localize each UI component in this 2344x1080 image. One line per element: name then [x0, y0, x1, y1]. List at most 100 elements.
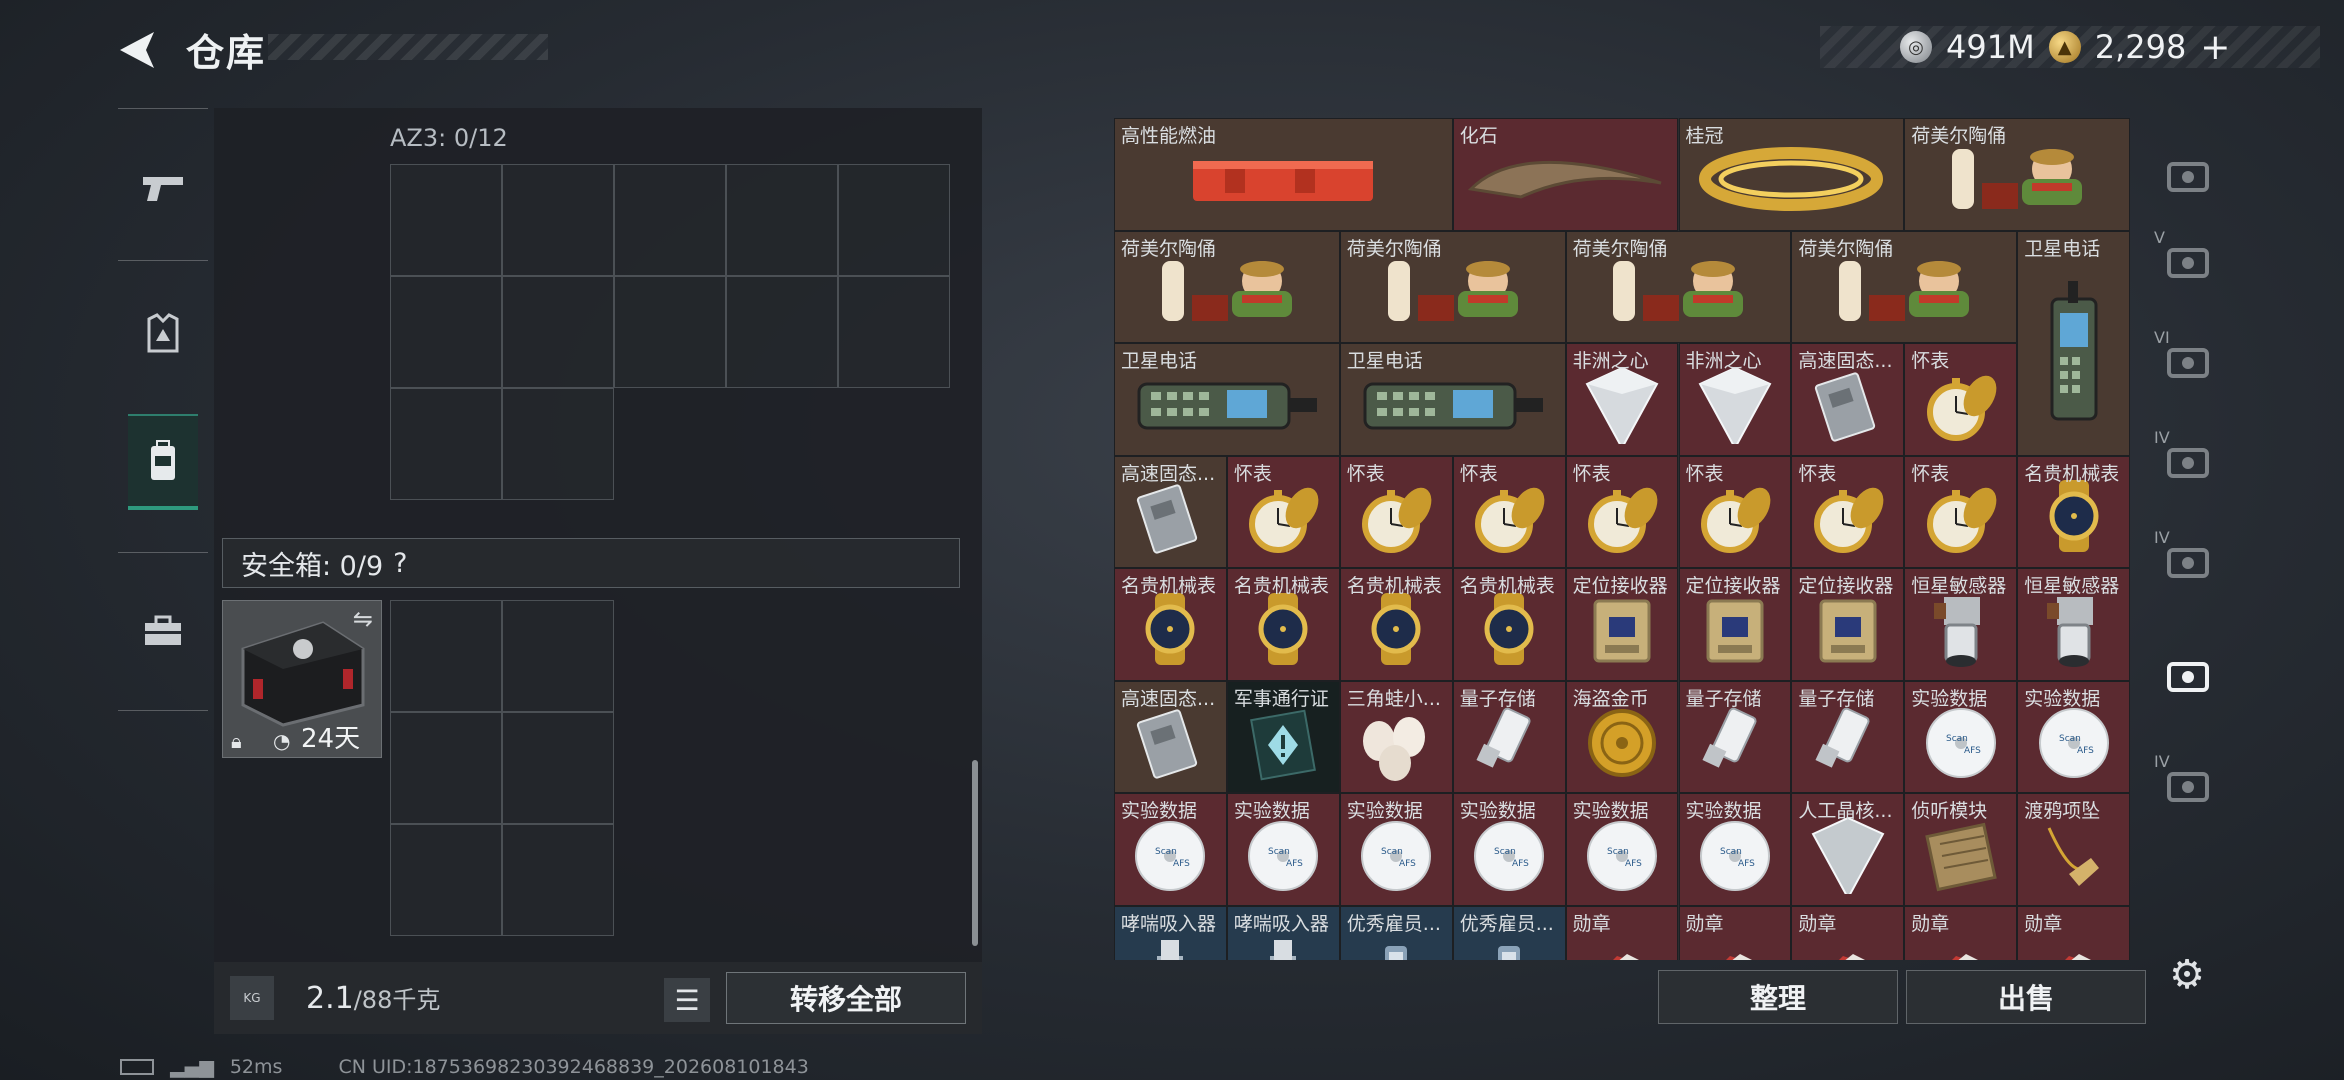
- backpack-tab[interactable]: [128, 414, 198, 510]
- help-button[interactable]: ?: [393, 548, 407, 579]
- empty-slot[interactable]: [390, 600, 502, 712]
- inventory-item[interactable]: Scan AFS 实验数据: [1904, 680, 2018, 793]
- inventory-item[interactable]: 名贵机械表: [1452, 568, 1566, 681]
- inventory-item[interactable]: 名贵机械表: [1339, 568, 1453, 681]
- empty-slot[interactable]: [502, 276, 614, 388]
- empty-slot[interactable]: [726, 164, 838, 276]
- empty-slot[interactable]: [502, 824, 614, 936]
- empty-slot[interactable]: [390, 276, 502, 388]
- inventory-item[interactable]: 人工晶核...: [1791, 793, 1905, 906]
- inventory-item[interactable]: 怀表: [1678, 455, 1792, 568]
- IV-medkit-slot-icon[interactable]: IV: [2154, 528, 2216, 590]
- inventory-item[interactable]: 高速固态...: [1791, 343, 1905, 456]
- inventory-item[interactable]: 高性能燃油: [1114, 118, 1453, 231]
- inventory-item[interactable]: 荷美尔陶俑: [1904, 118, 2130, 231]
- inventory-item[interactable]: 勋章: [1678, 905, 1792, 960]
- inventory-item[interactable]: 非洲之心: [1565, 343, 1679, 456]
- sell-button[interactable]: 出售: [1906, 970, 2146, 1024]
- inventory-item[interactable]: 荷美尔陶俑: [1114, 230, 1340, 343]
- IV-storage-slot-icon[interactable]: IV: [2154, 752, 2216, 814]
- inventory-item[interactable]: 量子存储: [1791, 680, 1905, 793]
- empty-slot[interactable]: [390, 164, 502, 276]
- inventory-item[interactable]: 名贵机械表: [2017, 455, 2130, 568]
- inventory-item[interactable]: Scan AFS 实验数据: [1339, 793, 1453, 906]
- inventory-item[interactable]: 量子存储: [1452, 680, 1566, 793]
- inventory-item[interactable]: 勋章: [1791, 905, 1905, 960]
- inventory-item[interactable]: Scan AFS 实验数据: [1452, 793, 1566, 906]
- inventory-item[interactable]: 哮喘吸入器: [1114, 905, 1227, 960]
- inventory-item[interactable]: 怀表: [1565, 455, 1679, 568]
- inventory-item[interactable]: 名贵机械表: [1114, 568, 1227, 681]
- inventory-item[interactable]: 定位接收器: [1791, 568, 1905, 681]
- empty-slot[interactable]: [614, 276, 726, 388]
- inventory-item[interactable]: 高速固态...: [1114, 680, 1227, 793]
- inventory-item[interactable]: 卫星电话: [1339, 343, 1566, 456]
- inventory-item[interactable]: 怀表: [1452, 455, 1566, 568]
- inventory-item[interactable]: Scan AFS 实验数据: [1678, 793, 1792, 906]
- inventory-item[interactable]: 桂冠: [1678, 118, 1905, 231]
- inventory-item[interactable]: 勋章: [1904, 905, 2018, 960]
- inventory-item[interactable]: Scan AFS 实验数据: [1226, 793, 1340, 906]
- empty-slot[interactable]: [838, 276, 950, 388]
- inventory-item[interactable]: Scan AFS 实验数据: [1565, 793, 1679, 906]
- inventory-item[interactable]: Scan AFS 实验数据: [2017, 680, 2130, 793]
- inventory-item[interactable]: 海盗金币: [1565, 680, 1679, 793]
- empty-slot[interactable]: [390, 824, 502, 936]
- inventory-item[interactable]: Scan AFS 实验数据: [1114, 793, 1227, 906]
- inventory-item[interactable]: 非洲之心: [1678, 343, 1792, 456]
- empty-slot[interactable]: [502, 164, 614, 276]
- transfer-all-button[interactable]: 转移全部: [726, 972, 966, 1024]
- empty-slot[interactable]: [614, 164, 726, 276]
- inventory-item[interactable]: 卫星电话: [2017, 230, 2130, 456]
- inventory-item[interactable]: 恒星敏感器: [2017, 568, 2130, 681]
- left-scrollbar[interactable]: [972, 760, 978, 946]
- inventory-item[interactable]: 化石: [1452, 118, 1679, 231]
- inventory-item[interactable]: 荷美尔陶俑: [1565, 230, 1792, 343]
- empty-slot[interactable]: [838, 164, 950, 276]
- inventory-item[interactable]: 怀表: [1226, 455, 1340, 568]
- add-currency-button[interactable]: +: [2200, 27, 2230, 68]
- empty-slot[interactable]: [502, 712, 614, 824]
- inventory-item[interactable]: 荷美尔陶俑: [1791, 230, 2018, 343]
- inventory-item[interactable]: 定位接收器: [1565, 568, 1679, 681]
- inventory-item[interactable]: 勋章: [2017, 905, 2130, 960]
- ammo-slot-icon[interactable]: [2160, 648, 2216, 704]
- inventory-item[interactable]: 优秀雇员...: [1339, 905, 1453, 960]
- toolbox-tab[interactable]: [128, 586, 198, 676]
- inventory-item[interactable]: 哮喘吸入器: [1226, 905, 1340, 960]
- inventory-item[interactable]: 军事通行证: [1226, 680, 1340, 793]
- inventory-item[interactable]: 侦听模块: [1904, 793, 2018, 906]
- helmet-slot-icon[interactable]: [2160, 148, 2216, 204]
- VI-armor-slot-icon[interactable]: VI: [2154, 328, 2216, 390]
- inventory-item[interactable]: 名贵机械表: [1226, 568, 1340, 681]
- inventory-item[interactable]: 怀表: [1791, 455, 1905, 568]
- inventory-item[interactable]: 卫星电话: [1114, 343, 1340, 456]
- safe-box-item[interactable]: ⇋ 🔒︎ ◔ 24天: [222, 600, 382, 758]
- IV-armor-slot-icon[interactable]: IV: [2154, 428, 2216, 490]
- swap-icon[interactable]: ⇋: [353, 605, 373, 633]
- list-view-button[interactable]: ☰: [664, 978, 710, 1022]
- inventory-item[interactable]: 定位接收器: [1678, 568, 1792, 681]
- V-armor-slot-icon[interactable]: V: [2154, 228, 2216, 290]
- inventory-item[interactable]: 优秀雇员...: [1452, 905, 1566, 960]
- weapon-tab[interactable]: [128, 142, 198, 232]
- empty-slot[interactable]: [502, 600, 614, 712]
- inventory-item[interactable]: 怀表: [1904, 455, 2018, 568]
- settings-button[interactable]: ⚙: [2164, 952, 2210, 998]
- inventory-item[interactable]: 三角蛙小...: [1339, 680, 1453, 793]
- armor-tab[interactable]: [128, 288, 198, 378]
- inventory-item[interactable]: 怀表: [1339, 455, 1453, 568]
- inventory-item[interactable]: 渡鸦项坠: [2017, 793, 2130, 906]
- inventory-item[interactable]: 怀表: [1904, 343, 2018, 456]
- inventory-item[interactable]: 恒星敏感器: [1904, 568, 2018, 681]
- empty-slot[interactable]: [502, 388, 614, 500]
- inventory-item[interactable]: 量子存储: [1678, 680, 1792, 793]
- inventory-item[interactable]: 高速固态...: [1114, 455, 1227, 568]
- empty-slot[interactable]: [726, 276, 838, 388]
- inventory-item[interactable]: 荷美尔陶俑: [1339, 230, 1566, 343]
- empty-slot[interactable]: [390, 388, 502, 500]
- sort-button[interactable]: 整理: [1658, 970, 1898, 1024]
- empty-slot[interactable]: [390, 712, 502, 824]
- inventory-item[interactable]: 勋章: [1565, 905, 1679, 960]
- back-button[interactable]: [112, 22, 160, 78]
